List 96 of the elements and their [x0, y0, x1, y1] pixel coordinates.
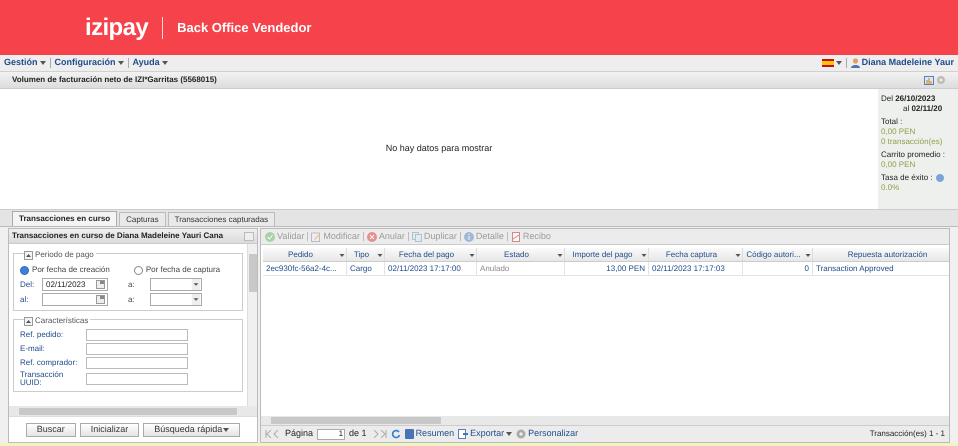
stat-value: 0 transacción(es)	[881, 137, 944, 147]
button[interactable]: Búsqueda rápida	[143, 422, 240, 436]
date-field[interactable]: 02/11/2023	[42, 278, 108, 291]
table-cell: Transaction Approved	[813, 262, 949, 275]
button[interactable]: Inicializar	[80, 422, 140, 436]
caret-icon	[162, 61, 168, 65]
first-previous-icon	[265, 430, 281, 438]
toolbar-button[interactable]: Resumen	[404, 427, 454, 441]
time-select[interactable]	[150, 278, 202, 291]
info-icon	[464, 232, 474, 242]
column-header[interactable]: Pedido	[263, 248, 338, 260]
tab[interactable]: Transacciones en curso	[12, 211, 118, 226]
stat-value: 0,00 PEN	[881, 160, 916, 170]
field-label: a:	[128, 294, 136, 306]
cross-icon	[366, 232, 377, 242]
stat-value: 0.0%	[881, 183, 900, 193]
next-last-icon	[370, 430, 387, 438]
stat-label: Total :	[881, 117, 902, 127]
user-menu[interactable]: Diana Madeleine Yaur	[862, 56, 954, 70]
column-header[interactable]: Estado	[477, 248, 556, 260]
field-label: Transacción UUID:	[20, 371, 64, 387]
menu-item[interactable]: Ayuda	[132, 56, 168, 70]
toolbar-button[interactable]: Exportar	[458, 427, 512, 441]
panel-title: Transacciones en curso de Diana Madeleine Yauri Cana	[12, 230, 224, 242]
text-field[interactable]	[86, 373, 188, 385]
table-cell: 02/11/2023 17:17:00	[385, 262, 477, 275]
scrollbar-thumb[interactable]	[19, 408, 237, 414]
page-count: de 1	[349, 427, 367, 440]
pencil-icon	[311, 232, 322, 242]
stat-label: Tasa de éxito :	[881, 173, 933, 183]
field-label: Ref. pedido:	[20, 331, 64, 339]
gear-icon	[936, 75, 946, 85]
column-header[interactable]: Tipo	[347, 248, 376, 260]
section-legend: Periodo de pago	[35, 249, 94, 261]
gear-icon	[516, 429, 526, 439]
menu-item[interactable]: Gestión	[4, 56, 46, 70]
table-cell: 13,00 PEN	[565, 262, 649, 275]
caret-icon	[191, 294, 201, 305]
chart-icon	[924, 76, 934, 84]
tab[interactable]: Transacciones capturadas	[168, 212, 276, 226]
date-range-end: al 02/11/20	[902, 104, 944, 114]
date-field[interactable]	[42, 293, 108, 306]
column-header[interactable]: Importe del pago	[565, 248, 640, 260]
user-icon	[850, 58, 860, 68]
stat-value: 0,00 PEN	[881, 127, 916, 137]
column-header[interactable]: Repuesta autorización	[813, 248, 949, 260]
copy-icon	[412, 232, 422, 242]
field-label: a:	[128, 278, 136, 290]
time-select[interactable]	[150, 293, 202, 306]
caret-icon	[836, 61, 842, 65]
caret-icon	[506, 432, 512, 436]
logo: izipay	[85, 12, 148, 42]
panel-title: Volumen de facturación neto de IZI*Garritas (5568015)	[12, 74, 217, 86]
result-count: Transacción(es) 1 - 1	[870, 428, 945, 440]
caret-icon	[40, 61, 46, 65]
table-cell: 0	[743, 262, 813, 275]
field-label: Ref. comprador:	[20, 359, 78, 367]
radio-option[interactable]: Por fecha de creación	[20, 264, 110, 276]
date-range-start: Del 26/10/2023	[881, 94, 936, 104]
calendar-icon	[96, 295, 105, 304]
empty-message: No hay datos para mostrar	[386, 142, 492, 156]
column-header[interactable]: Fecha del pago	[385, 248, 468, 260]
column-header[interactable]: Código autori...	[743, 248, 804, 260]
column-header[interactable]: Fecha captura	[649, 248, 734, 260]
flag-icon	[822, 59, 834, 67]
stat-label: Carrito promedio :	[881, 150, 946, 160]
field-label: E-mail:	[20, 345, 46, 353]
text-field[interactable]	[86, 357, 188, 369]
check-icon	[265, 232, 275, 242]
caret-icon	[191, 279, 201, 290]
scrollbar-thumb[interactable]	[271, 417, 441, 424]
document-icon	[458, 429, 468, 439]
tab[interactable]: Capturas	[119, 212, 166, 226]
refresh-icon	[390, 429, 401, 439]
button[interactable]: Buscar	[26, 422, 76, 436]
radio-option[interactable]: Por fecha de captura	[134, 264, 220, 276]
toolbar-button[interactable]: Personalizar	[516, 427, 578, 441]
text-field[interactable]	[86, 343, 188, 355]
table-cell: Cargo	[347, 262, 385, 275]
section-legend: Características	[35, 315, 88, 327]
field-label: al:	[20, 294, 30, 306]
caret-icon	[118, 61, 124, 65]
table-cell: 2ec930fc-56a2-4c...	[263, 262, 347, 275]
collapse-button[interactable]	[244, 232, 254, 240]
scrollbar-thumb[interactable]	[248, 254, 256, 292]
menu-item[interactable]: Configuración	[54, 56, 124, 70]
table-cell: Anulado	[477, 262, 565, 275]
field-label: Del:	[20, 278, 36, 290]
page-label: Página	[285, 427, 314, 440]
pdf-icon	[510, 232, 521, 242]
calendar-icon	[96, 280, 105, 289]
text-field[interactable]	[86, 329, 188, 341]
table-cell: 02/11/2023 17:17:03	[649, 262, 743, 275]
app-title: Back Office Vendedor	[177, 18, 312, 37]
page-field[interactable]: 1	[317, 428, 346, 440]
language-menu[interactable]	[822, 59, 842, 67]
